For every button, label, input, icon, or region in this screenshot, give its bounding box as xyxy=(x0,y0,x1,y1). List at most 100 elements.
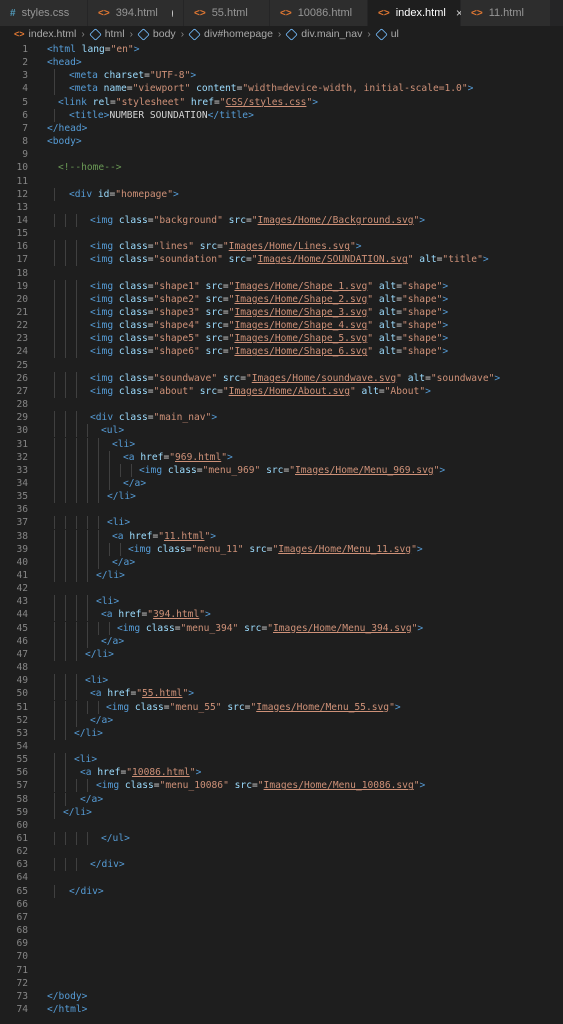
code-line[interactable]: 66 xyxy=(0,898,563,911)
code-line[interactable]: 10 <!--home--> xyxy=(0,161,563,174)
code-line[interactable]: 36 xyxy=(0,503,563,516)
code-line[interactable]: 64 xyxy=(0,871,563,884)
code-line[interactable]: 48 xyxy=(0,661,563,674)
tab-index-html[interactable]: <> index.html × xyxy=(368,0,463,26)
code-line[interactable]: 12 <div id="homepage"> xyxy=(0,187,563,201)
code-editor[interactable]: 1 <html lang="en"> 2 <head> 3 <meta charset="… xyxy=(0,42,563,1024)
code-line[interactable]: 63 </div> xyxy=(0,858,563,872)
code-line[interactable]: 1 <html lang="en"> xyxy=(0,43,563,56)
code-line[interactable]: 68 xyxy=(0,924,563,937)
code-line[interactable]: 40 </a> xyxy=(0,555,563,569)
code-line[interactable]: 45 <img class="menu_394" src="Images/Home… xyxy=(0,621,563,635)
code-line[interactable]: 56 <a href="10086.html"> xyxy=(0,766,563,780)
code-line[interactable]: 20 <img class="shape2" src="Images/Home/S… xyxy=(0,292,563,306)
tab-styles-css[interactable]: # styles.css xyxy=(0,0,88,26)
code-line[interactable]: 13 xyxy=(0,201,563,214)
breadcrumb-item[interactable]: ul xyxy=(374,27,399,41)
code-line[interactable]: 28 xyxy=(0,398,563,411)
code-line[interactable]: 26 <img class="soundwave" src="Images/Hom… xyxy=(0,371,563,385)
breadcrumb-item[interactable]: html xyxy=(88,27,125,41)
tab-55-html[interactable]: <> 55.html xyxy=(184,0,270,26)
code-line[interactable]: 55 <li> xyxy=(0,753,563,767)
code-line[interactable]: 15 xyxy=(0,227,563,240)
line-number: 37 xyxy=(16,517,28,529)
code-line[interactable]: 65 </div> xyxy=(0,884,563,898)
tab-10086-html[interactable]: <> 10086.html xyxy=(270,0,368,26)
indent-guide xyxy=(87,437,88,451)
indent-guide xyxy=(76,595,77,609)
code-line[interactable]: 19 <img class="shape1" src="Images/Home/S… xyxy=(0,279,563,293)
code-line[interactable]: 3 <meta charset="UTF-8"> xyxy=(0,69,563,83)
code-line[interactable]: 8 <body> xyxy=(0,135,563,148)
code-line[interactable]: 4 <meta name="viewport" content="width=de… xyxy=(0,82,563,96)
code-line[interactable]: 27 <img class="about" src="Images/Home/Ab… xyxy=(0,384,563,398)
code-line[interactable]: 32 <a href="969.html"> xyxy=(0,450,563,464)
code-line[interactable]: 14 <img class="background" src="Images/Ho… xyxy=(0,213,563,227)
code-line[interactable]: 52 </a> xyxy=(0,713,563,727)
code-line[interactable]: 61 </ul> xyxy=(0,832,563,845)
code-line[interactable]: 30 <ul> xyxy=(0,424,563,438)
unsaved-dot-icon[interactable] xyxy=(171,9,173,17)
code-line[interactable]: 60 xyxy=(0,819,563,832)
code-line[interactable]: 7 </head> xyxy=(0,122,563,135)
code-line[interactable]: 57 <img class="menu_10086" src="Images/Ho… xyxy=(0,779,563,793)
indent-guide xyxy=(65,345,66,359)
code-line[interactable]: 51 <img class="menu_55" src="Images/Home/… xyxy=(0,700,563,714)
code-line[interactable]: 37 <li> xyxy=(0,516,563,530)
breadcrumb-label: div#homepage xyxy=(204,28,273,40)
code-line[interactable]: 29 <div class="main_nav"> xyxy=(0,411,563,425)
code-line[interactable]: 41 </li> xyxy=(0,569,563,582)
code-line[interactable]: 35 </li> xyxy=(0,490,563,504)
code-line[interactable]: 24 <img class="shape6" src="Images/Home/S… xyxy=(0,345,563,359)
code-text: <div class="main_nav"> xyxy=(90,412,218,424)
indent-guide xyxy=(54,555,55,569)
code-line[interactable]: 9 xyxy=(0,148,563,161)
breadcrumb-item[interactable]: body xyxy=(137,27,176,41)
code-line[interactable]: 70 xyxy=(0,950,563,963)
code-line[interactable]: 67 xyxy=(0,911,563,924)
code-line[interactable]: 17 <img class="soundation" src="Images/Ho… xyxy=(0,253,563,267)
tab-11-html[interactable]: <> 11.html xyxy=(461,0,551,26)
code-line[interactable]: 5 <link rel="stylesheet" href="CSS/styles… xyxy=(0,96,563,109)
code-line[interactable]: 58 </a> xyxy=(0,792,563,806)
code-line[interactable]: 49 <li> xyxy=(0,674,563,688)
code-line[interactable]: 42 xyxy=(0,582,563,595)
code-line[interactable]: 69 xyxy=(0,937,563,950)
indent-guide xyxy=(109,621,110,635)
code-line[interactable]: 21 <img class="shape3" src="Images/Home/S… xyxy=(0,306,563,319)
code-line[interactable]: 59 </li> xyxy=(0,805,563,819)
tab-394-html[interactable]: <> 394.html xyxy=(88,0,184,26)
breadcrumb-item[interactable]: <> index.html xyxy=(14,28,76,40)
code-line[interactable]: 2 <head> xyxy=(0,56,563,69)
code-line[interactable]: 34 </a> xyxy=(0,476,563,490)
code-line[interactable]: 16 <img class="lines" src="Images/Home/Li… xyxy=(0,240,563,254)
code-line[interactable]: 6 <title>NUMBER SOUNDATION</title> xyxy=(0,108,563,122)
code-line[interactable]: 22 <img class="shape4" src="Images/Home/S… xyxy=(0,319,563,333)
line-number: 30 xyxy=(16,425,28,437)
code-line[interactable]: 72 xyxy=(0,977,563,990)
code-line[interactable]: 53 </li> xyxy=(0,726,563,740)
indent-guide xyxy=(87,529,88,543)
code-line[interactable]: 50 <a href="55.html"> xyxy=(0,687,563,701)
code-line[interactable]: 43 <li> xyxy=(0,595,563,609)
code-line[interactable]: 74 </html> xyxy=(0,1003,563,1016)
code-line[interactable]: 54 xyxy=(0,740,563,753)
code-line[interactable]: 73 </body> xyxy=(0,990,563,1003)
breadcrumb-item[interactable]: div.main_nav xyxy=(285,27,362,41)
code-line[interactable]: 38 <a href="11.html"> xyxy=(0,529,563,543)
code-text: <html lang="en"> xyxy=(47,44,140,55)
code-line[interactable]: 18 xyxy=(0,267,563,280)
code-line[interactable]: 71 xyxy=(0,964,563,977)
code-line[interactable]: 46 </a> xyxy=(0,634,563,648)
code-line[interactable]: 23 <img class="shape5" src="Images/Home/S… xyxy=(0,332,563,346)
code-line[interactable]: 47 </li> xyxy=(0,647,563,661)
code-line[interactable]: 62 xyxy=(0,845,563,858)
code-line[interactable]: 44 <a href="394.html"> xyxy=(0,608,563,622)
code-line[interactable]: 11 xyxy=(0,175,563,188)
breadcrumb-item[interactable]: div#homepage xyxy=(188,27,273,41)
code-line[interactable]: 33 <img class="menu_969" src="Images/Home… xyxy=(0,463,563,477)
code-line[interactable]: 31 <li> xyxy=(0,437,563,451)
code-line[interactable]: 39 <img class="menu_11" src="Images/Home/… xyxy=(0,542,563,556)
indent-guide xyxy=(54,292,55,306)
code-line[interactable]: 25 xyxy=(0,359,563,372)
